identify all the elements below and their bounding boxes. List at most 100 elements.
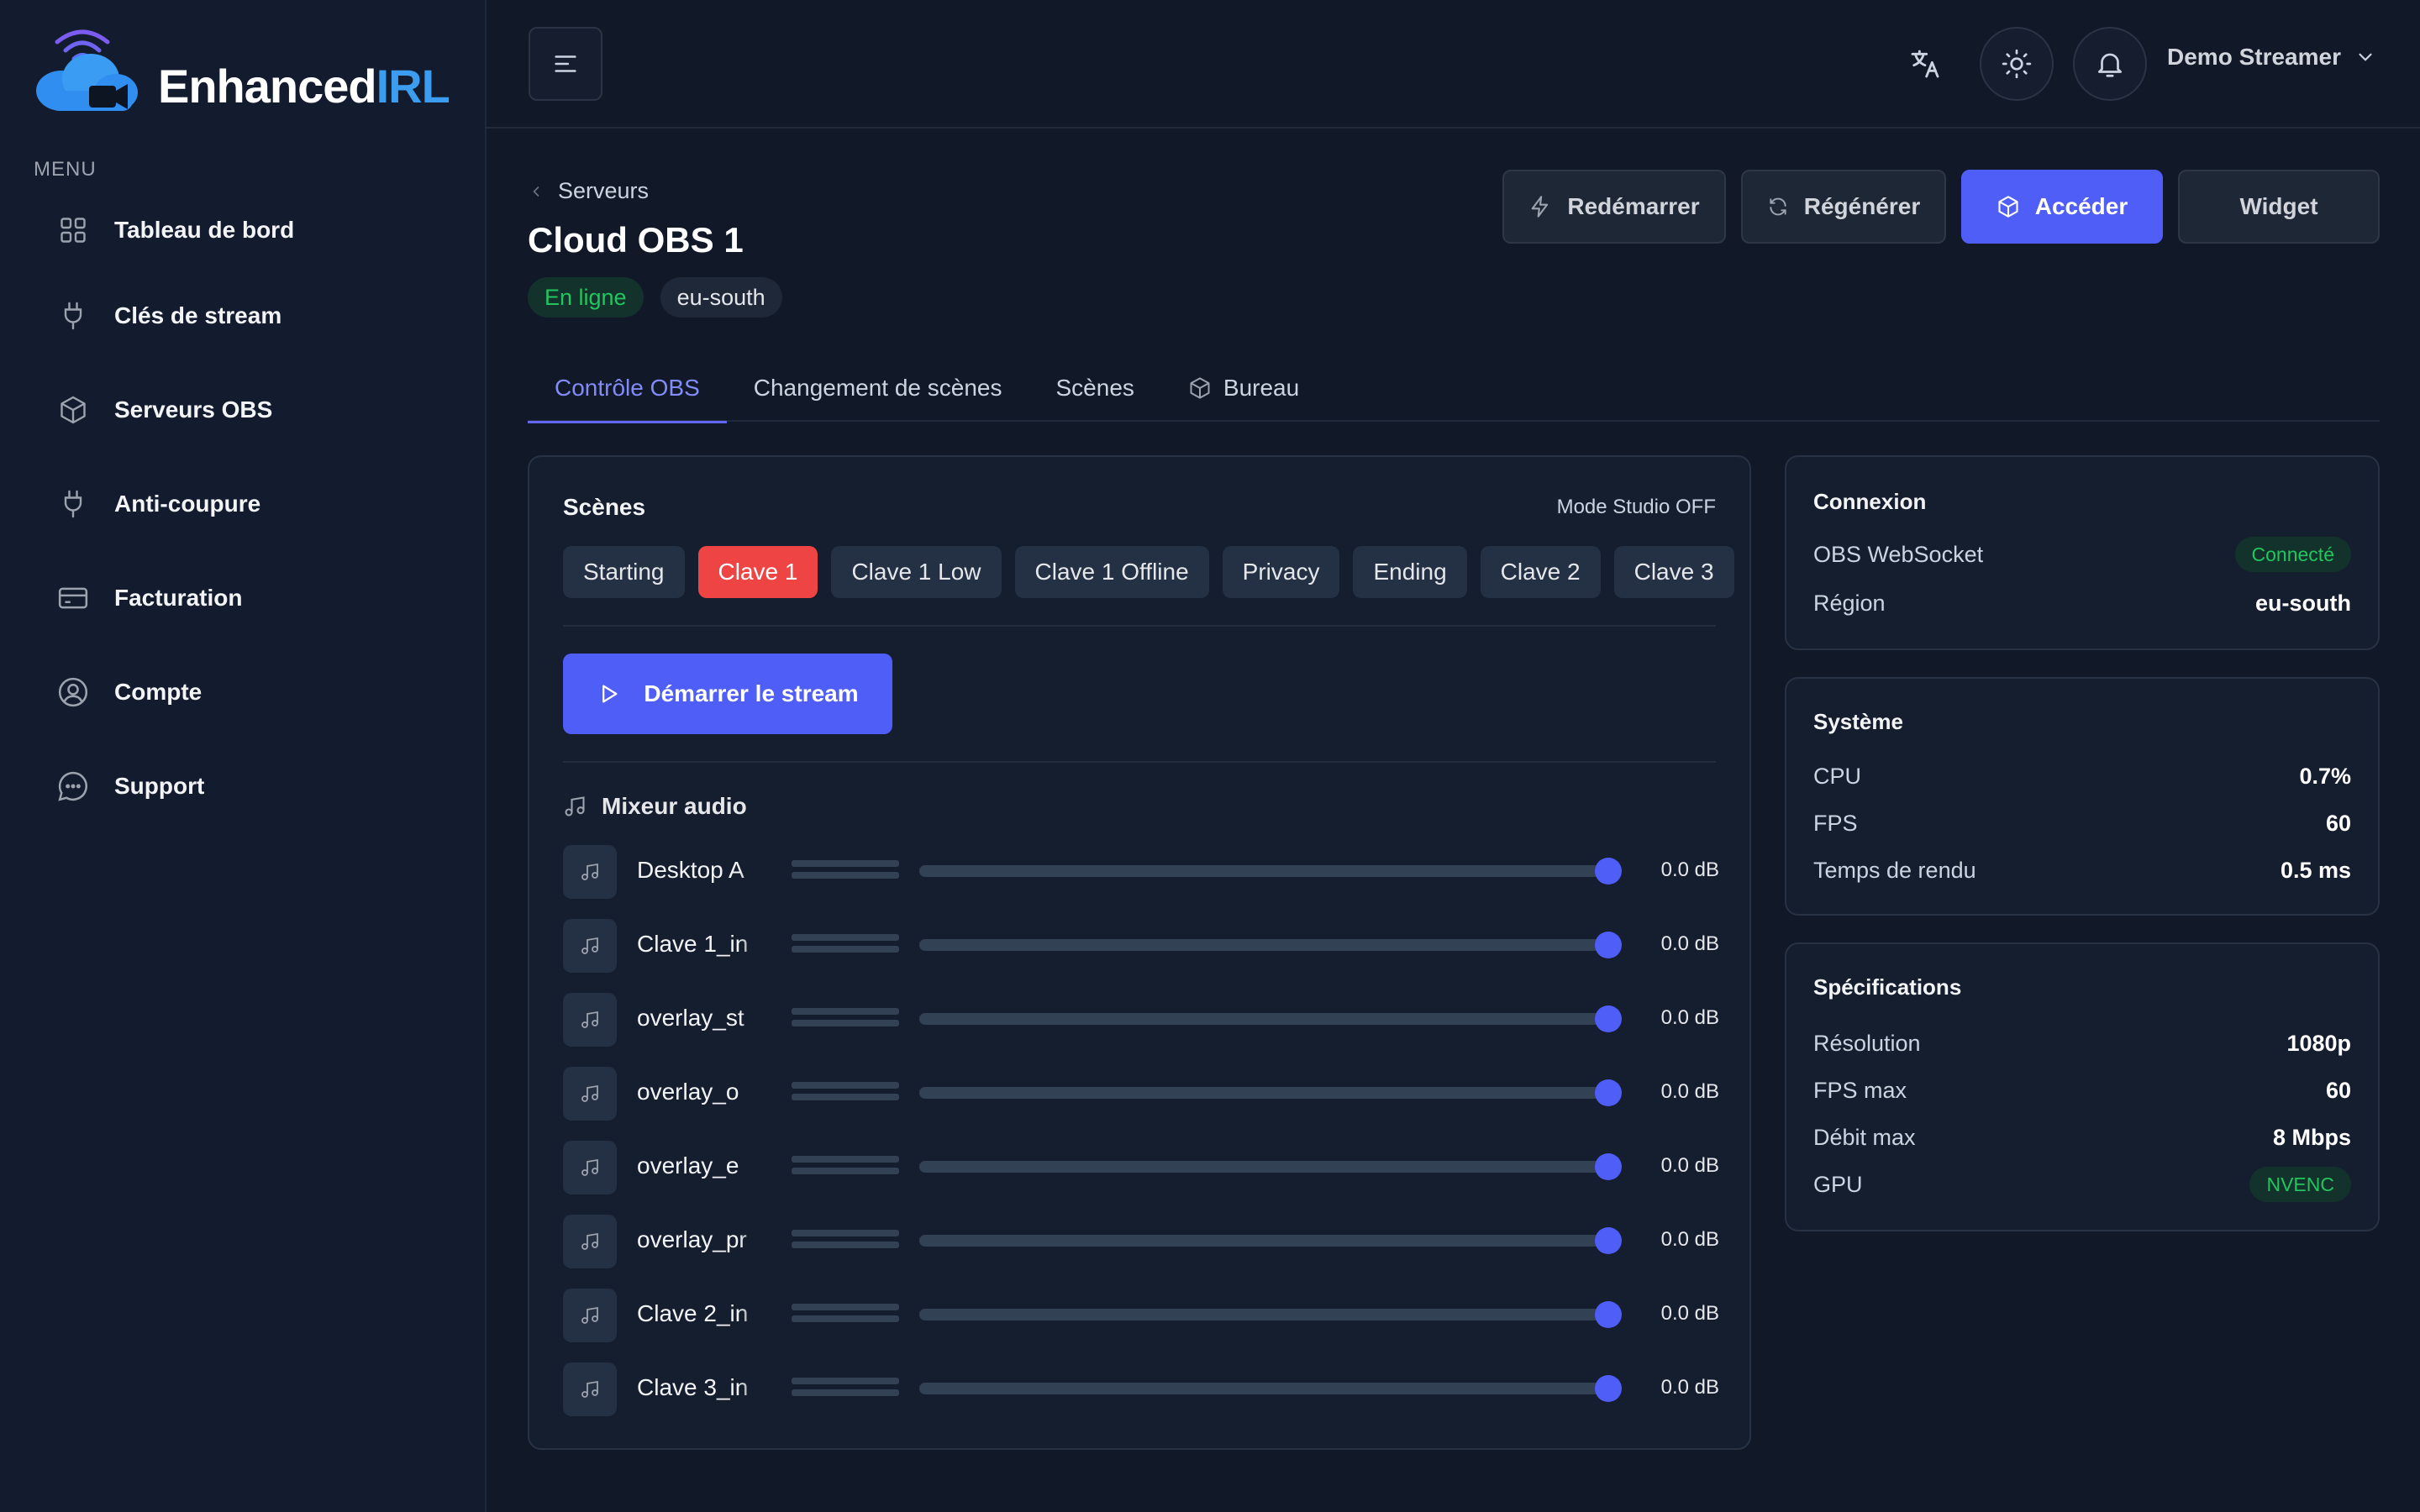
obs-control-card: Scènes Mode Studio OFF Starting Clave 1 … [528, 455, 1751, 1450]
sidebar-item-tableau-de-bord[interactable]: Tableau de bord [34, 192, 454, 269]
widget-button[interactable]: Widget [2178, 170, 2380, 244]
music-note-icon [581, 937, 598, 954]
brand-name: EnhancedIRL [158, 60, 450, 113]
volume-slider-handle[interactable] [1595, 858, 1622, 885]
volume-slider-handle[interactable] [1595, 1227, 1622, 1254]
access-button[interactable]: Accéder [1961, 170, 2163, 244]
resolution-row: Résolution 1080p [1813, 1026, 2351, 1060]
music-note-icon [581, 1011, 598, 1028]
scene-button[interactable]: Clave 3 [1613, 546, 1734, 598]
volume-slider-handle[interactable] [1595, 932, 1622, 958]
meter-bar [792, 1156, 899, 1163]
volume-slider[interactable] [919, 1079, 1622, 1106]
scenes-title: Scènes [563, 494, 646, 520]
sun-icon [2002, 49, 2032, 79]
channel-settings-button[interactable] [563, 919, 617, 973]
channel-settings-button[interactable] [563, 1141, 617, 1194]
theme-toggle-button[interactable] [1980, 27, 2054, 101]
volume-slider[interactable] [919, 1375, 1622, 1402]
tab-scenes[interactable]: Scènes [1029, 354, 1161, 422]
channel-settings-button[interactable] [563, 1362, 617, 1416]
volume-slider[interactable] [919, 1005, 1622, 1032]
volume-slider-handle[interactable] [1595, 1301, 1622, 1328]
refresh-icon [1770, 197, 1786, 216]
volume-slider[interactable] [919, 1301, 1622, 1328]
chevron-down-icon [2359, 53, 2372, 61]
page-title: Cloud OBS 1 [528, 220, 744, 260]
studio-mode-status[interactable]: Mode Studio OFF [1557, 496, 1716, 519]
channel-name: overlay_st [637, 1005, 763, 1032]
logo[interactable]: EnhancedIRL [32, 24, 469, 116]
breadcrumb[interactable]: Serveurs [528, 178, 649, 204]
scene-button[interactable]: Privacy [1222, 546, 1340, 598]
scene-button[interactable]: Clave 1 Offline [1014, 546, 1209, 598]
sidebar-item-serveurs-obs[interactable]: Serveurs OBS [34, 363, 454, 457]
systeme-card: Système CPU 0.7% FPS 60 Temps de rendu 0… [1785, 677, 2380, 916]
server-actions: Redémarrer Régénérer Accéder Widget [1502, 170, 2380, 244]
scene-button[interactable]: Clave 1 Low [831, 546, 1002, 598]
language-button[interactable] [1888, 27, 1962, 101]
mixer-channel-row: Clave 1_in 0.0 dB [563, 914, 1719, 988]
tab-label: Scènes [1055, 375, 1134, 401]
channel-settings-button[interactable] [563, 1215, 617, 1268]
volume-slider[interactable] [919, 858, 1622, 885]
sidebar-item-label: Serveurs OBS [114, 396, 273, 423]
tab-bureau[interactable]: Bureau [1161, 354, 1326, 422]
sidebar-item-label: Tableau de bord [114, 217, 295, 243]
menu-toggle-button[interactable] [529, 27, 602, 101]
audio-mixer-label: Mixeur audio [602, 793, 747, 819]
channel-settings-button[interactable] [563, 845, 617, 899]
scene-button[interactable]: Starting [563, 546, 685, 598]
divider [563, 625, 1716, 627]
cube-icon [1190, 377, 1210, 399]
status-badge: En ligne [528, 277, 644, 318]
scene-button[interactable]: Ending [1353, 546, 1467, 598]
tab-changement-de-scenes[interactable]: Changement de scènes [727, 354, 1029, 422]
sidebar-item-cles-de-stream[interactable]: Clés de stream [34, 269, 454, 363]
volume-slider[interactable] [919, 1227, 1622, 1254]
top-header: Demo Streamer [487, 0, 2420, 129]
credit-card-icon [55, 580, 91, 616]
scene-button-active[interactable]: Clave 1 [697, 546, 818, 598]
music-note-icon [565, 796, 585, 816]
volume-slider-handle[interactable] [1595, 1079, 1622, 1106]
gpu-badge: NVENC [2249, 1167, 2351, 1202]
region-row: Région eu-south [1813, 586, 2351, 620]
start-stream-button[interactable]: Démarrer le stream [563, 654, 892, 734]
translate-icon [1911, 50, 1939, 78]
meter-bar [792, 1094, 899, 1100]
volume-slider[interactable] [919, 1153, 1622, 1180]
notifications-button[interactable] [2073, 27, 2147, 101]
channel-settings-button[interactable] [563, 993, 617, 1047]
plug-icon [55, 486, 91, 522]
channel-settings-button[interactable] [563, 1067, 617, 1121]
volume-slider-handle[interactable] [1595, 1375, 1622, 1402]
sidebar-item-anti-coupure[interactable]: Anti-coupure [34, 457, 454, 551]
sidebar-item-compte[interactable]: Compte [34, 645, 454, 739]
scene-button[interactable]: Clave 2 [1480, 546, 1601, 598]
volume-meter [792, 860, 899, 884]
bitrate-max-value: 8 Mbps [2272, 1124, 2351, 1150]
regenerate-button[interactable]: Régénérer [1741, 170, 1946, 244]
sidebar-item-support[interactable]: Support [34, 739, 454, 833]
meter-bar [792, 1168, 899, 1174]
tab-label: Bureau [1223, 375, 1300, 401]
meter-bar [792, 1008, 899, 1015]
specifications-card: Spécifications Résolution 1080p FPS max … [1785, 942, 2380, 1231]
volume-slider-handle[interactable] [1595, 1005, 1622, 1032]
start-stream-label: Démarrer le stream [644, 680, 859, 706]
sidebar-item-label: Anti-coupure [114, 491, 261, 517]
volume-meter [792, 1008, 899, 1032]
mixer-channel-row: Clave 3_in 0.0 dB [563, 1357, 1719, 1431]
volume-slider-handle[interactable] [1595, 1153, 1622, 1180]
volume-slider[interactable] [919, 932, 1622, 958]
restart-button[interactable]: Redémarrer [1502, 170, 1726, 244]
channel-settings-button[interactable] [563, 1289, 617, 1342]
user-menu[interactable]: Demo Streamer [2167, 44, 2376, 71]
sidebar-item-facturation[interactable]: Facturation [34, 551, 454, 645]
volume-meter [792, 1082, 899, 1105]
render-time-value: 0.5 ms [2280, 857, 2351, 883]
bitrate-max-label: Débit max [1813, 1124, 1916, 1150]
mixer-channel-row: Clave 2_in 0.0 dB [563, 1284, 1719, 1357]
tab-controle-obs[interactable]: Contrôle OBS [528, 354, 727, 423]
